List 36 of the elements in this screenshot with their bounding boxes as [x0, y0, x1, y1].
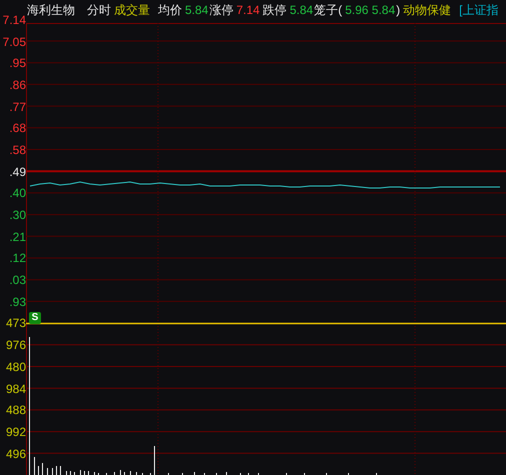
header-text: 笼子( [314, 2, 342, 18]
axis-label: .03 [9, 273, 26, 288]
axis-label: .86 [9, 78, 26, 92]
axis-label: .40 [9, 186, 26, 200]
axis-label: .68 [9, 121, 26, 136]
header-text: 5.84 [290, 2, 314, 18]
header-text: 5.96 5.84 [345, 2, 396, 18]
axis-label: 984 [6, 382, 26, 396]
header-text: 涨停 [209, 2, 234, 18]
axis-label: 496 [6, 446, 26, 461]
header-text: 动物保健 [403, 2, 452, 18]
header-text: 5.84 [185, 2, 208, 18]
signal-badge: S [29, 312, 41, 324]
axis-label: .12 [9, 251, 26, 266]
header-text: 分时 [87, 2, 111, 18]
axis-label: .58 [9, 142, 26, 157]
axis-label: 7.14 [2, 12, 26, 27]
header-text: 成交量 [114, 2, 150, 18]
header-text: 7.14 [236, 2, 260, 18]
axis-label: .95 [9, 56, 26, 70]
axis-label: 976 [6, 338, 26, 352]
header-text: 海利生物 [27, 2, 75, 18]
axis-label: 7.05 [2, 34, 26, 49]
header-text: 跌停 [262, 2, 287, 18]
axis-label: .49 [9, 164, 26, 179]
axis-label: 992 [6, 424, 26, 439]
axis-label: 480 [6, 360, 26, 374]
header-text: [上证指 [459, 2, 498, 18]
axis-label: 473 [6, 316, 26, 330]
axis-label: .93 [9, 294, 26, 309]
axis-label: .30 [9, 208, 26, 222]
header-text: 均价 [158, 2, 182, 18]
header-text: ) [396, 2, 400, 18]
axis-label: 488 [6, 403, 26, 418]
axis-label: .21 [9, 230, 26, 244]
axis-label: .77 [9, 100, 26, 114]
